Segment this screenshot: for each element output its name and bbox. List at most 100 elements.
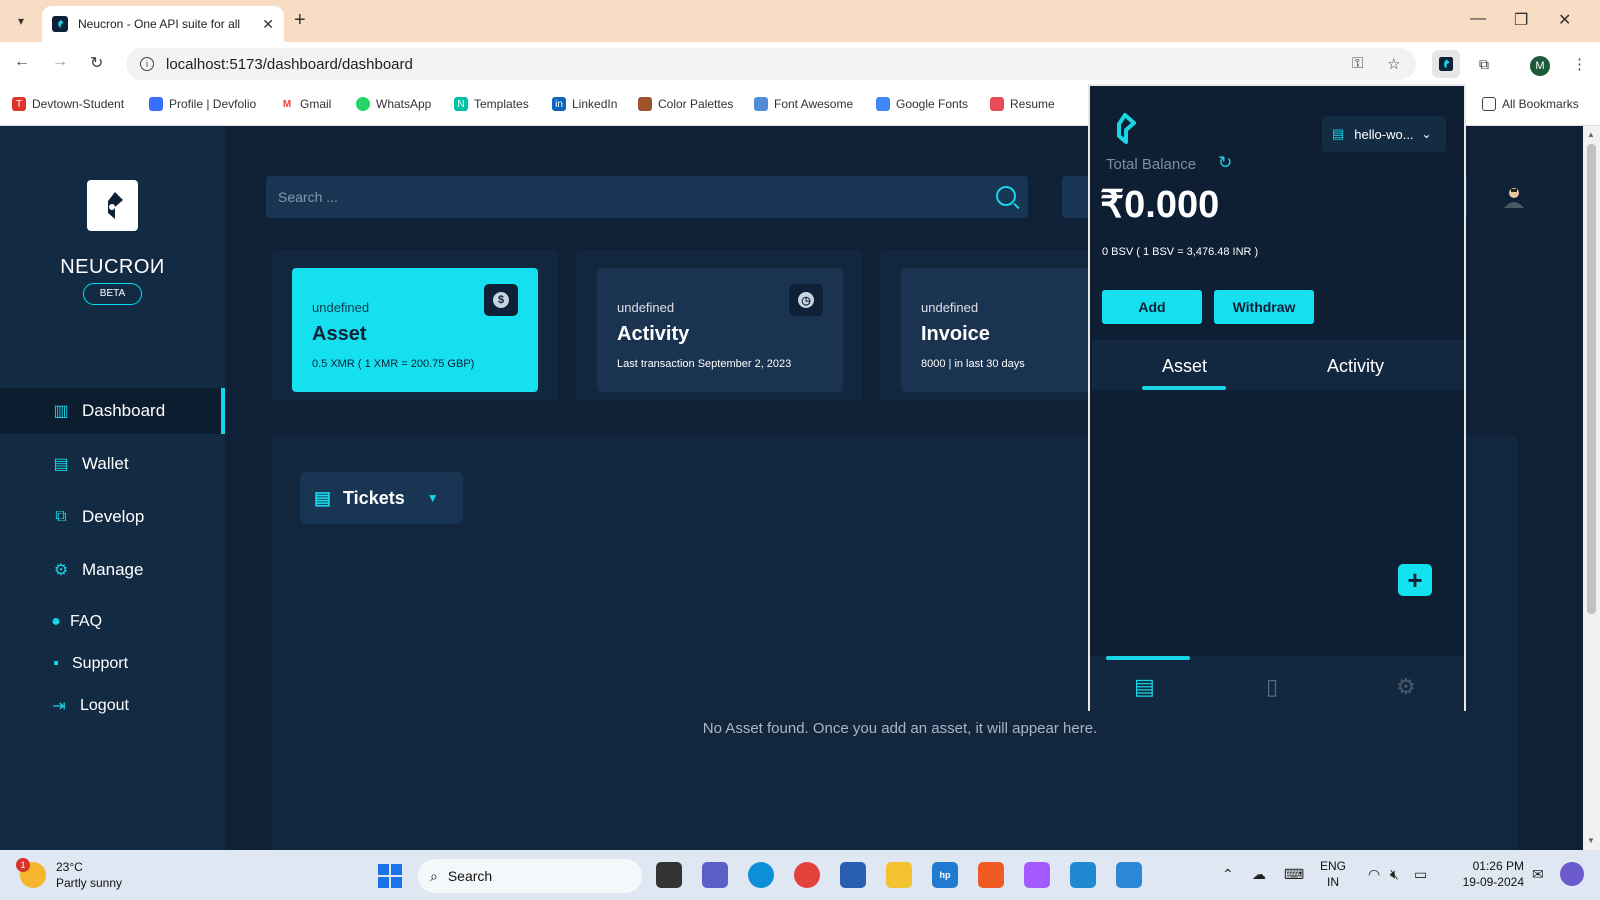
popup-bottom-nav: ▤ ▯ ⚙ [1090, 656, 1464, 711]
bookmark-gmail[interactable]: M Gmail [280, 97, 331, 111]
weather-temp: 23°C [56, 860, 83, 874]
neucron-logo-icon[interactable] [87, 180, 138, 231]
page-scrollbar[interactable]: ▲ ▼ [1583, 126, 1600, 850]
all-bookmarks[interactable]: All Bookmarks [1482, 97, 1579, 111]
asset-card[interactable]: undefined Asset 0.5 XMR ( 1 XMR = 200.75… [292, 268, 538, 392]
myhp-icon[interactable]: hp [932, 862, 958, 888]
copilot-icon[interactable] [1560, 862, 1584, 886]
tab-search-button[interactable]: ▾ [8, 8, 34, 34]
weather-widget[interactable]: 1 23°C Partly sunny [16, 858, 123, 891]
tab-activity[interactable]: Activity [1327, 356, 1384, 377]
beta-badge: BETA [83, 283, 142, 305]
sidebar-item-dashboard[interactable]: ▥ Dashboard [0, 388, 225, 434]
teams-icon[interactable] [702, 862, 728, 888]
bookmark-linkedin[interactable]: in LinkedIn [552, 97, 617, 111]
bookmark-whatsapp[interactable]: WhatsApp [356, 97, 431, 111]
keyboard-icon[interactable]: ⌨ [1284, 866, 1304, 883]
neucron-extension-icon[interactable] [1432, 50, 1460, 78]
bookmark-devtown[interactable]: T Devtown-Student [12, 97, 124, 111]
battery-icon[interactable]: ▭ [1414, 866, 1427, 883]
empty-assets-message: No Asset found. Once you add an asset, i… [702, 720, 1098, 737]
store-icon[interactable] [840, 862, 866, 888]
manage-user-icon[interactable]: ⚙ [1396, 674, 1416, 700]
url-input[interactable]: i localhost:5173/dashboard/dashboard [126, 48, 1416, 80]
account-selector[interactable]: ▤ hello-wo... ⌄ [1322, 116, 1446, 152]
add-button[interactable]: Add [1102, 290, 1202, 324]
search-input[interactable]: Search ... [266, 176, 1028, 218]
brave-icon[interactable] [978, 862, 1004, 888]
chevron-up-icon[interactable]: ⌃ [1222, 866, 1234, 883]
palette-icon [638, 97, 652, 111]
notification-icon[interactable]: ✉ [1532, 866, 1544, 883]
minimize-icon[interactable]: — [1470, 10, 1486, 28]
restore-icon[interactable]: ❐ [1514, 10, 1528, 30]
onedrive-icon[interactable]: ☁ [1252, 866, 1266, 883]
card-title: Asset [312, 323, 367, 345]
bookmark-templates[interactable]: N Templates [454, 97, 529, 111]
bookmark-devfolio[interactable]: Profile | Devfolio [149, 97, 256, 111]
sidebar-item-support[interactable]: ▪ Support [0, 641, 225, 687]
wallet-icon: ▤ [314, 487, 332, 508]
profile-avatar[interactable]: M [1530, 56, 1550, 76]
wifi-icon[interactable]: ◠ [1368, 866, 1380, 883]
activity-card[interactable]: undefined Activity Last transaction Sept… [597, 268, 843, 392]
search-placeholder: Search ... [278, 189, 338, 205]
search-icon[interactable] [996, 186, 1016, 206]
total-balance-label: Total Balance [1106, 156, 1197, 173]
withdraw-button[interactable]: Withdraw [1214, 290, 1314, 324]
taskbar-search[interactable]: ⌕ Search [418, 859, 642, 893]
site-info-icon[interactable]: i [140, 57, 154, 71]
chrome-icon[interactable] [794, 862, 820, 888]
language-indicator[interactable]: ENG IN [1320, 858, 1346, 890]
windows-start-icon[interactable] [378, 864, 402, 888]
back-icon[interactable]: ← [14, 53, 30, 71]
bookmark-font-awesome[interactable]: Font Awesome [754, 97, 853, 111]
browser-tab[interactable]: Neucron - One API suite for all ✕ [42, 6, 284, 42]
bookmark-color-palettes[interactable]: Color Palettes [638, 97, 733, 111]
scroll-down-icon[interactable]: ▼ [1587, 836, 1595, 845]
googlefonts-icon [876, 97, 890, 111]
tickets-dropdown[interactable]: ▤ Tickets ▼ [300, 472, 463, 524]
devfolio-icon [149, 97, 163, 111]
weather-desc: Partly sunny [56, 876, 123, 890]
extensions-puzzle-icon[interactable]: ⧉ [1470, 50, 1498, 78]
scrollbar-thumb[interactable] [1587, 144, 1596, 614]
sidebar-item-manage[interactable]: ⚙ Manage [0, 547, 225, 593]
close-window-icon[interactable]: ✕ [1558, 10, 1571, 30]
password-key-icon[interactable]: ⚿ [1352, 55, 1363, 72]
windows-taskbar: 1 23°C Partly sunny ⌕ Search hp ⌃ ☁ ⌨ EN… [0, 850, 1600, 900]
sidebar-item-develop[interactable]: ⧉ Develop [0, 494, 225, 540]
edge-icon[interactable] [748, 862, 774, 888]
task-view-icon[interactable] [656, 862, 682, 888]
scroll-up-icon[interactable]: ▲ [1587, 130, 1595, 139]
wallet-icon: ▤ [1332, 126, 1345, 141]
document-icon[interactable]: ▯ [1266, 674, 1278, 700]
file-explorer-icon[interactable] [886, 862, 912, 888]
notepad-icon[interactable] [1116, 862, 1142, 888]
bookmark-resume[interactable]: Resume [990, 97, 1055, 111]
forward-icon[interactable]: → [52, 53, 68, 71]
search-icon: ⌕ [430, 867, 438, 884]
close-tab-icon[interactable]: ✕ [262, 16, 274, 33]
address-bar-row: ← → ↻ i localhost:5173/dashboard/dashboa… [0, 42, 1600, 84]
sidebar-item-wallet[interactable]: ▤ Wallet [0, 441, 225, 487]
card-meta: 0.5 XMR ( 1 XMR = 200.75 GBP) [312, 358, 475, 370]
wallet-icon[interactable]: ▤ [1134, 674, 1155, 700]
vscode-icon[interactable] [1070, 862, 1096, 888]
sidebar-item-logout[interactable]: ⇥ Logout [0, 683, 225, 729]
tab-asset[interactable]: Asset [1162, 356, 1207, 377]
new-tab-button[interactable]: + [294, 9, 306, 32]
bookmark-star-icon[interactable]: ☆ [1387, 55, 1400, 73]
system-clock[interactable]: 01:26 PM 19-09-2024 [1460, 858, 1524, 890]
figma-icon[interactable] [1024, 862, 1050, 888]
refresh-icon[interactable]: ↻ [1218, 153, 1232, 173]
develop-icon: ⧉ [55, 508, 67, 525]
bookmark-google-fonts[interactable]: Google Fonts [876, 97, 968, 111]
volume-muted-icon[interactable]: 🔇︎ [1390, 866, 1399, 883]
user-avatar-icon[interactable] [1502, 186, 1526, 210]
add-asset-button[interactable]: + [1398, 564, 1432, 596]
neucron-wallet-popup: ▤ hello-wo... ⌄ Total Balance ↻ ₹0.000 0… [1088, 84, 1466, 711]
browser-menu-icon[interactable]: ⋮ [1572, 55, 1587, 73]
reload-icon[interactable]: ↻ [90, 53, 103, 73]
sidebar-item-faq[interactable]: ● FAQ [0, 599, 225, 645]
